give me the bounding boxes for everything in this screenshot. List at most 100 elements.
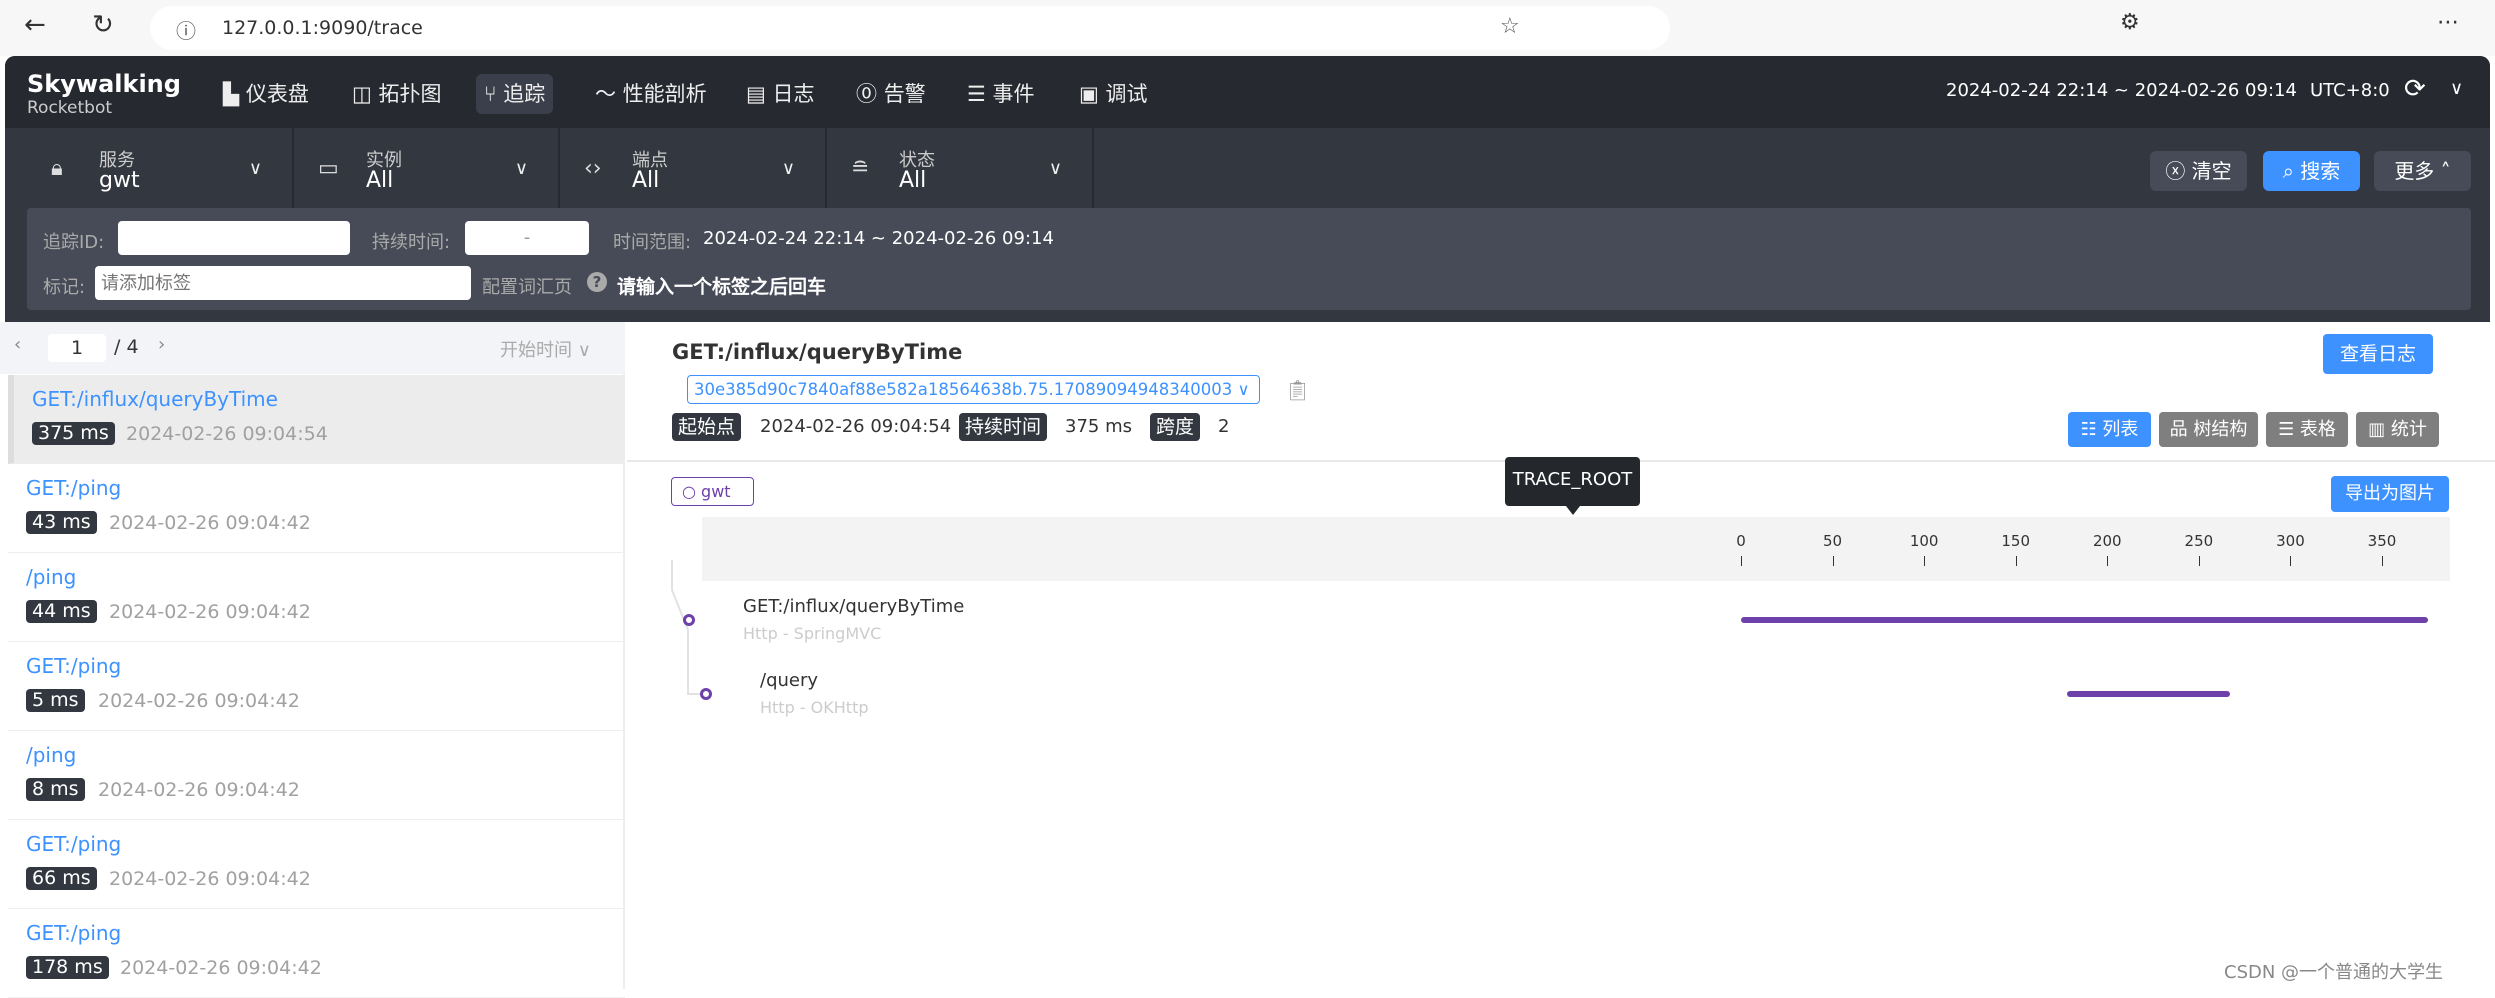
tags-hint: 请输入一个标签之后回车 bbox=[617, 276, 827, 298]
nav-event[interactable]: ☰ 事件 bbox=[959, 74, 1043, 114]
duration-badge: 43 ms bbox=[26, 511, 97, 534]
trace-time: 2024-02-26 09:04:42 bbox=[98, 690, 300, 712]
help-icon[interactable]: ? bbox=[587, 272, 607, 292]
status-dropdown[interactable]: ≘ 状态 All ∨ bbox=[827, 128, 1094, 208]
nav-profile[interactable]: 〜 性能剖析 bbox=[587, 74, 715, 114]
more-icon[interactable]: ⋯ bbox=[2437, 10, 2459, 35]
axis-tick bbox=[2107, 556, 2109, 566]
tooltip-arrow bbox=[1566, 506, 1580, 515]
nav-debug[interactable]: ▣ 调试 bbox=[1071, 74, 1156, 114]
nav-log[interactable]: ▤ 日志 bbox=[738, 74, 823, 114]
list-item[interactable]: GET:/ping 66 ms 2024-02-26 09:04:42 bbox=[8, 820, 625, 909]
url-text: 127.0.0.1:9090/trace bbox=[222, 17, 423, 39]
trace-id-label: 追踪ID: bbox=[43, 232, 105, 253]
axis-tick bbox=[2290, 556, 2292, 566]
trace-endpoint[interactable]: /ping bbox=[26, 743, 76, 767]
chevron-down-icon[interactable]: ∨ bbox=[2450, 78, 2463, 99]
trace-id-select[interactable]: 30e385d90c7840af88e582a18564638b.75.1708… bbox=[687, 375, 1260, 404]
trace-endpoint[interactable]: GET:/ping bbox=[26, 832, 121, 856]
time-range-picker[interactable]: 2024-02-24 22:14 ~ 2024-02-26 09:14 bbox=[1946, 80, 2297, 101]
trace-title: GET:/influx/queryByTime bbox=[672, 340, 963, 364]
copy-icon[interactable]: 📋︎ bbox=[1285, 378, 1310, 402]
export-image-button[interactable]: 导出为图片 bbox=[2331, 476, 2449, 512]
duration-badge: 375 ms bbox=[32, 422, 115, 445]
watermark: CSDN @一个普通的大学生 bbox=[2224, 962, 2444, 983]
tree-connector bbox=[671, 560, 706, 695]
list-item[interactable]: GET:/ping 43 ms 2024-02-26 09:04:42 bbox=[8, 464, 625, 553]
nav-topology[interactable]: ◫ 拓扑图 bbox=[344, 74, 450, 114]
vocab-link[interactable]: 配置词汇页 bbox=[482, 273, 572, 299]
trace-time: 2024-02-26 09:04:54 bbox=[126, 423, 328, 445]
span-bar[interactable] bbox=[1741, 617, 2428, 623]
view-list-button[interactable]: ☷ 列表 bbox=[2068, 412, 2151, 447]
span-bar[interactable] bbox=[2066, 691, 2230, 697]
trace-endpoint[interactable]: /ping bbox=[26, 565, 76, 589]
span-component: Http - OKHttp bbox=[760, 698, 869, 717]
database-icon: ≘ bbox=[851, 156, 870, 181]
trace-root-tooltip: TRACE_ROOT bbox=[1505, 457, 1640, 506]
prev-page-icon[interactable]: ‹ bbox=[14, 334, 21, 355]
trace-time: 2024-02-26 09:04:42 bbox=[120, 957, 322, 979]
reload-icon[interactable]: ↻ bbox=[92, 10, 114, 40]
sort-dropdown[interactable]: 开始时间 ∨ bbox=[500, 336, 591, 362]
service-dropdown[interactable]: 🔒︎ 服务 gwt ∨ bbox=[27, 128, 294, 208]
trace-endpoint[interactable]: GET:/ping bbox=[26, 921, 121, 945]
axis-tick-label: 350 bbox=[2367, 532, 2397, 550]
axis-tick bbox=[2198, 556, 2200, 566]
address-bar[interactable]: ⓘ 127.0.0.1:9090/trace ☆ bbox=[150, 6, 1670, 50]
axis-tick-label: 50 bbox=[1823, 532, 1843, 550]
trace-endpoint[interactable]: GET:/ping bbox=[26, 476, 121, 500]
trace-endpoint[interactable]: GET:/ping bbox=[26, 654, 121, 678]
trace-id-input[interactable] bbox=[118, 221, 350, 255]
list-item[interactable]: GET:/ping 5 ms 2024-02-26 09:04:42 bbox=[8, 642, 625, 731]
more-button[interactable]: 更多 ˄ bbox=[2374, 151, 2471, 191]
axis-tick-label: 150 bbox=[2001, 532, 2031, 550]
span-badge: 跨度 bbox=[1150, 413, 1201, 441]
chevron-down-icon: ∨ bbox=[514, 158, 528, 179]
nav-dashboard[interactable]: ▙ 仪表盘 bbox=[215, 74, 317, 114]
nav-trace[interactable]: ⑂ 追踪 bbox=[476, 74, 554, 114]
list-item[interactable]: /ping 8 ms 2024-02-26 09:04:42 bbox=[8, 731, 625, 820]
list-item[interactable]: GET:/ping 178 ms 2024-02-26 09:04:42 bbox=[8, 909, 625, 998]
search-button[interactable]: ⌕ 搜索 bbox=[2263, 151, 2360, 191]
page-input[interactable]: 1 bbox=[48, 334, 106, 362]
next-page-icon[interactable]: › bbox=[158, 334, 165, 355]
trace-endpoint[interactable]: GET:/influx/queryByTime bbox=[32, 387, 278, 411]
span-node-icon[interactable] bbox=[700, 688, 712, 700]
duration-input[interactable]: - bbox=[465, 221, 589, 255]
instance-icon: ▭ bbox=[318, 156, 339, 181]
trace-time: 2024-02-26 09:04:42 bbox=[109, 601, 311, 623]
duration-value: 375 ms bbox=[1065, 416, 1132, 437]
instance-dropdown[interactable]: ▭ 实例 All ∨ bbox=[294, 128, 560, 208]
view-table-button[interactable]: ☰ 表格 bbox=[2266, 412, 2348, 447]
span-name[interactable]: /query bbox=[760, 670, 818, 691]
clear-button[interactable]: ⓧ 清空 bbox=[2150, 151, 2247, 191]
duration-badge: 178 ms bbox=[26, 956, 109, 979]
star-icon[interactable]: ☆ bbox=[1500, 14, 1520, 39]
view-tree-button[interactable]: 品 树结构 bbox=[2159, 412, 2258, 447]
timezone[interactable]: UTC+8:0 bbox=[2310, 80, 2390, 101]
back-icon[interactable]: ← bbox=[24, 10, 46, 40]
time-range-value: 2024-02-24 22:14 ~ 2024-02-26 09:14 bbox=[703, 228, 1054, 249]
axis-tick bbox=[1832, 556, 1834, 566]
chevron-down-icon: ∨ bbox=[1048, 158, 1062, 179]
refresh-icon[interactable]: ⟳ bbox=[2404, 74, 2426, 104]
view-logs-button[interactable]: 查看日志 bbox=[2323, 334, 2433, 374]
nav-alarm[interactable]: ⓪ 告警 bbox=[848, 74, 934, 114]
list-item[interactable]: /ping 44 ms 2024-02-26 09:04:42 bbox=[8, 553, 625, 642]
tags-input[interactable] bbox=[95, 266, 471, 300]
axis-tick-label: 300 bbox=[2276, 532, 2305, 550]
axis-tick-label: 100 bbox=[1909, 532, 1939, 550]
span-name[interactable]: GET:/influx/queryByTime bbox=[743, 596, 964, 617]
span-node-icon[interactable] bbox=[683, 614, 695, 626]
endpoint-dropdown[interactable]: ‹› 端点 All ∨ bbox=[560, 128, 827, 208]
duration-label: 持续时间: bbox=[372, 232, 451, 253]
axis-tick bbox=[1924, 556, 1926, 566]
span-count: 2 bbox=[1218, 416, 1230, 437]
axis-tick-label: 250 bbox=[2184, 532, 2214, 550]
service-tag[interactable]: ○ gwt bbox=[671, 477, 754, 506]
list-item[interactable]: GET:/influx/queryByTime 375 ms 2024-02-2… bbox=[8, 375, 625, 464]
extensions-icon[interactable]: ⚙ bbox=[2120, 10, 2140, 35]
span-component: Http - SpringMVC bbox=[743, 624, 882, 643]
view-stats-button[interactable]: ▥ 统计 bbox=[2356, 412, 2439, 447]
